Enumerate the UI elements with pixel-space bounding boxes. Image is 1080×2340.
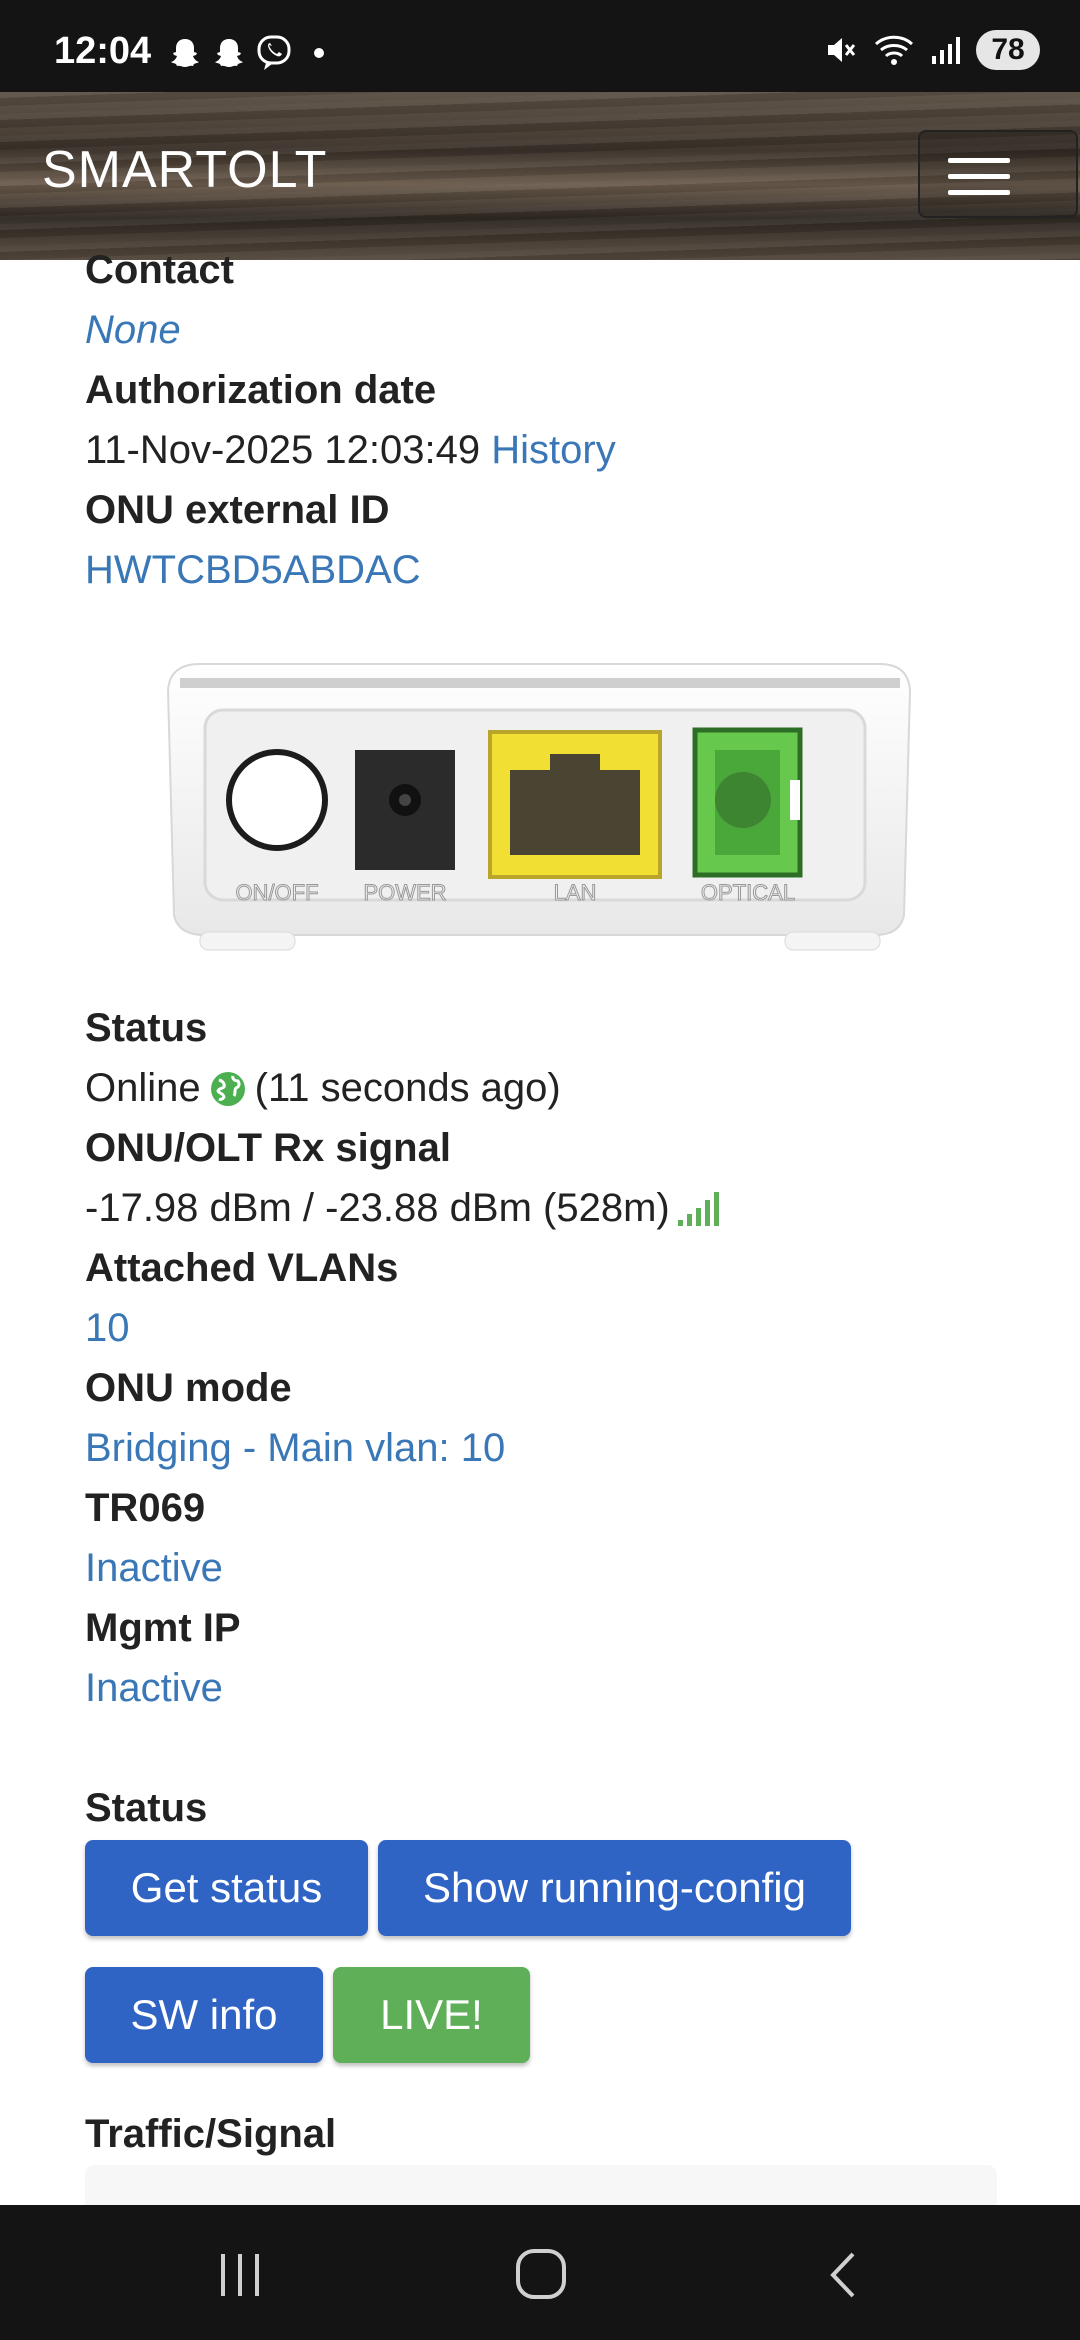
actions-section-label: Status [85,1786,208,1830]
mgmt-ip-label: Mgmt IP [85,1606,241,1650]
signal-icon [932,37,960,64]
mode-value[interactable]: Bridging - Main vlan: 10 [85,1426,505,1471]
traffic-section-label: Traffic/Signal [85,2112,337,2156]
wifi-icon [874,35,914,65]
mode-label: ONU mode [85,1366,292,1410]
external-id-label: ONU external ID [85,488,390,532]
tr069-label: TR069 [85,1486,206,1530]
viber-icon [257,35,291,70]
dot-icon [314,48,324,58]
contact-label: Contact [85,248,234,292]
status-bar: 12:04 78 [0,0,1080,92]
status-ago: (11 seconds ago) [254,1066,561,1110]
status-label: Status [85,1006,208,1050]
port-label-onoff: ON/OFF [235,880,318,905]
onu-device-image: ON/OFF POWER LAN OPTICAL [166,663,912,951]
live-button[interactable]: LIVE! [333,1967,530,2063]
auth-date-value: 11-Nov-2025 12:03:49 [85,428,481,472]
home-icon[interactable] [514,2247,568,2301]
mute-icon [828,38,856,62]
battery-indicator: 78 [976,30,1040,70]
vlans-label: Attached VLANs [85,1246,399,1290]
signal-bars-icon [677,1191,719,1226]
tr069-value[interactable]: Inactive [85,1546,223,1591]
get-status-button[interactable]: Get status [85,1840,368,1936]
port-label-power: POWER [363,880,446,905]
show-running-config-button[interactable]: Show running-config [378,1840,851,1936]
signal-row: -17.98 dBm / -23.88 dBm (528m) [85,1186,720,1231]
notification-icons [168,34,334,72]
menu-button[interactable] [918,130,1078,218]
signal-value: -17.98 dBm / -23.88 dBm (528m) [85,1186,670,1230]
vlans-value[interactable]: 10 [85,1306,130,1351]
mgmt-ip-value[interactable]: Inactive [85,1666,223,1711]
globe-icon [210,1071,245,1106]
status-row: Online (11 seconds ago) [85,1066,561,1111]
auth-date-label: Authorization date [85,368,437,412]
status-time: 12:04 [54,30,152,72]
auth-date-row: 11-Nov-2025 12:03:49 History [85,428,616,473]
snapchat-icon [215,39,243,67]
port-label-lan: LAN [554,880,597,905]
external-id-value[interactable]: HWTCBD5ABDAC [85,548,421,593]
port-label-optical: OPTICAL [701,880,795,905]
brand-logo[interactable]: SMARTOLT [42,140,327,200]
recent-apps-icon[interactable] [215,2250,265,2300]
status-right-icons: 78 [822,30,1040,70]
status-value: Online [85,1066,201,1110]
snapchat-icon [171,39,199,67]
sw-info-button[interactable]: SW info [85,1967,323,2063]
app-header: SMARTOLT [0,92,1080,260]
back-icon[interactable] [823,2250,863,2300]
signal-label: ONU/OLT Rx signal [85,1126,451,1170]
contact-value[interactable]: None [85,308,181,353]
history-link[interactable]: History [491,428,615,472]
system-nav-bar [0,2205,1080,2340]
